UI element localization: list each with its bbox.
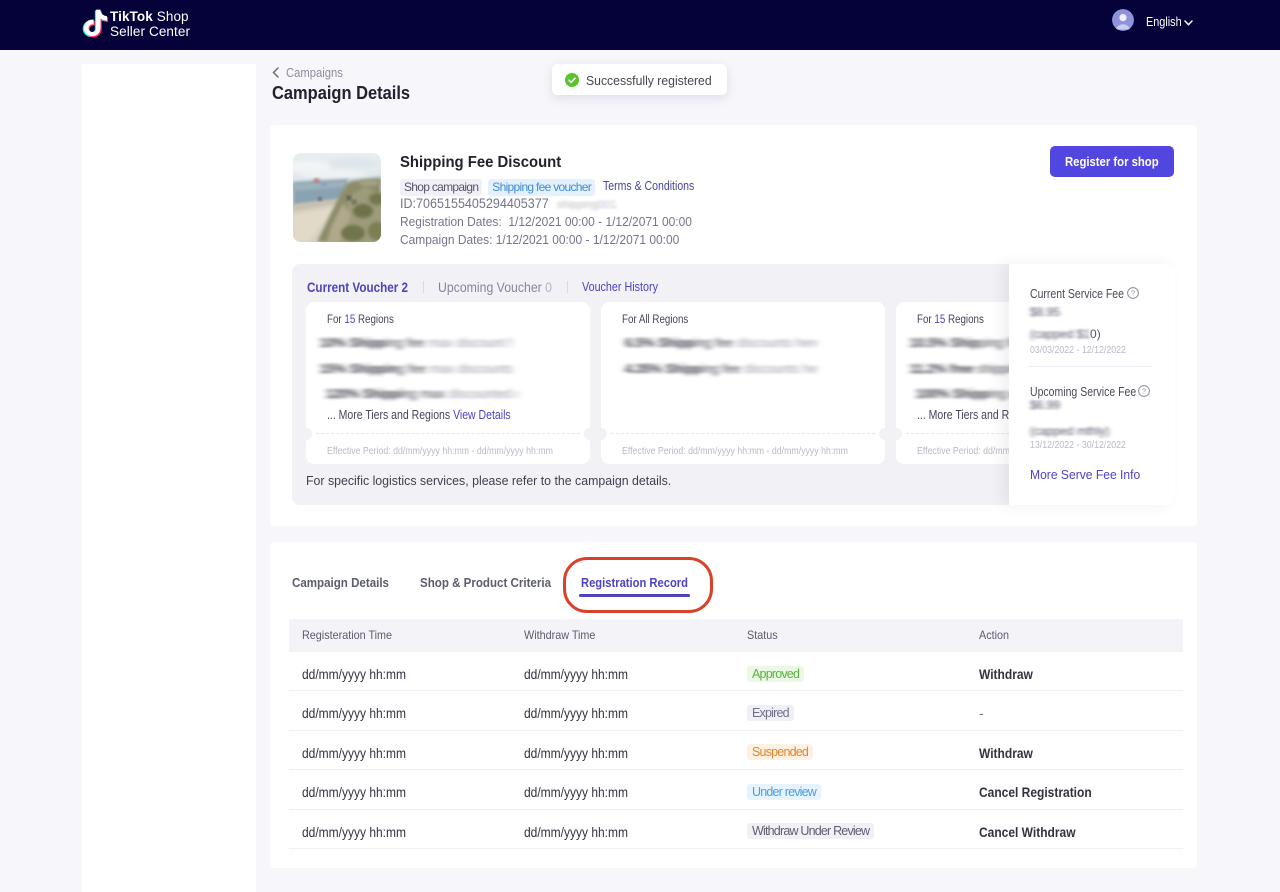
svg-text:?: ? <box>1131 289 1135 298</box>
svg-text:?: ? <box>1142 387 1146 396</box>
